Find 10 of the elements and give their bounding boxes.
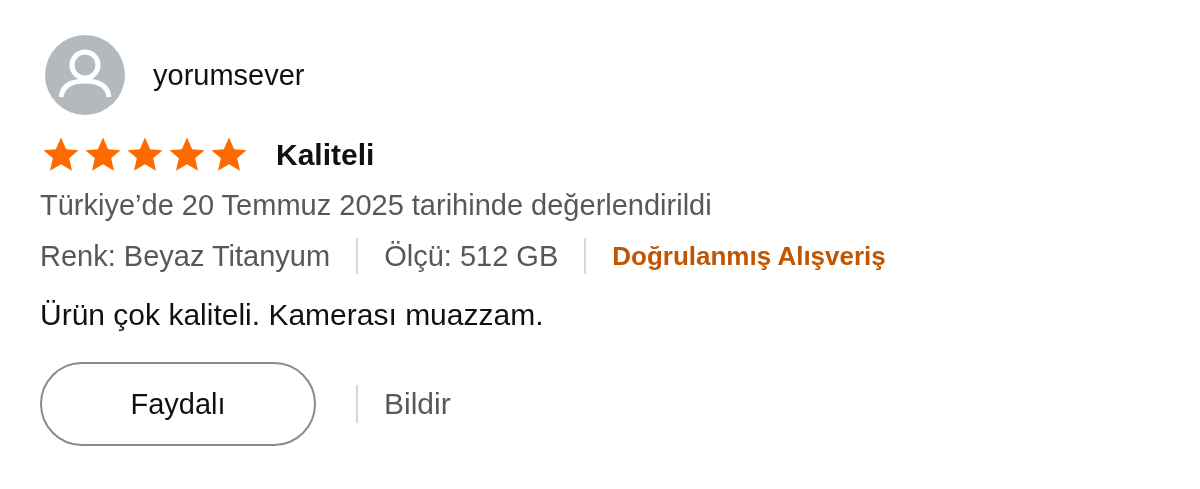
reviewer-name: yorumsever <box>153 58 305 92</box>
avatar-icon <box>45 35 125 115</box>
helpful-button[interactable]: Faydalı <box>40 362 316 446</box>
review-title: Kaliteli <box>276 138 375 172</box>
report-link[interactable]: Bildir <box>384 387 451 421</box>
product-variant: Renk: Beyaz Titanyum <box>40 239 331 273</box>
product-variant: Ölçü: 512 GB <box>384 239 559 273</box>
verified-purchase-label: Doğrulanmış Alışveriş <box>612 240 886 272</box>
review-text: Ürün çok kaliteli. Kamerası muazzam. <box>40 298 545 332</box>
review-date: Türkiye’de 20 Temmuz 2025 tarihinde değerlendirildi <box>40 189 713 222</box>
